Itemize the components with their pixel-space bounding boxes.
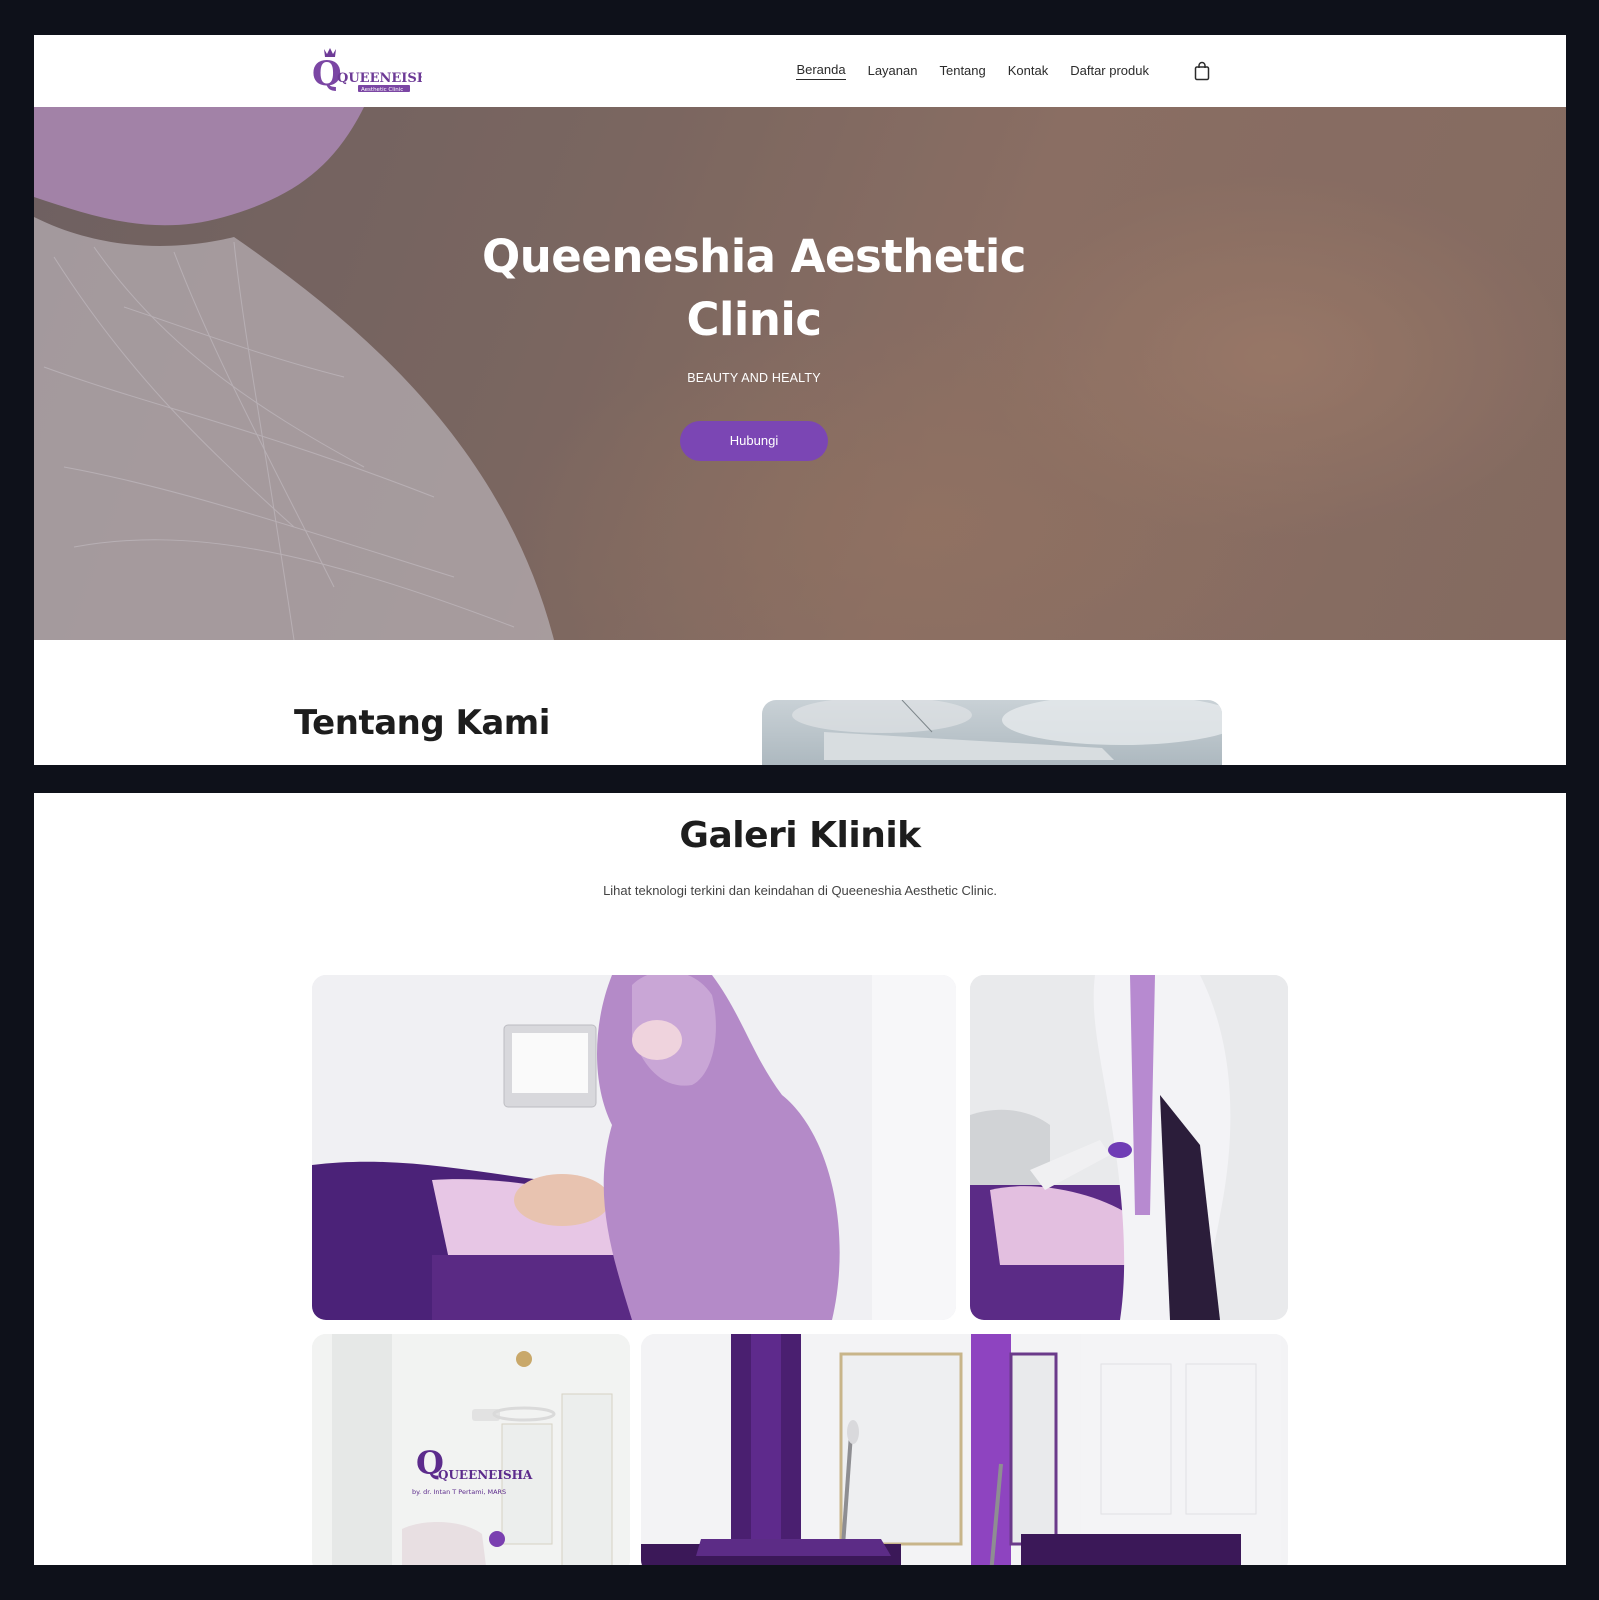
gallery-photo-facial-treatment[interactable] — [312, 975, 956, 1320]
hero-title-line-2: Clinic — [686, 293, 822, 346]
hero-title: Queeneshia Aesthetic Clinic — [464, 225, 1044, 351]
gallery-title: Galeri Klinik — [679, 815, 921, 856]
hero-section: Queeneshia Aesthetic Clinic BEAUTY AND H… — [34, 107, 1566, 640]
hero-subtitle: BEAUTY AND HEALTY — [687, 371, 821, 385]
clinic-sign-subtext: by. dr. Intan T Pertami, MARS — [412, 1488, 506, 1496]
clinic-sign-text: QUEENEISHA — [438, 1468, 533, 1482]
gallery-description: Lihat teknologi terkini dan keindahan di… — [603, 883, 997, 898]
shopping-bag-icon[interactable] — [1193, 61, 1211, 81]
nav-layanan[interactable]: Layanan — [868, 63, 918, 80]
about-building-image — [762, 700, 1222, 765]
gallery-photo-clinic-room[interactable]: Q QUEENEISHA by. dr. Intan T Pertami, MA… — [312, 1334, 630, 1565]
main-nav: Beranda Layanan Tentang Kontak Daftar pr… — [796, 35, 1211, 107]
clinic-logo[interactable]: Q QUEENEISHA Aesthetic Clinic — [310, 45, 422, 95]
nav-daftar-produk[interactable]: Daftar produk — [1070, 63, 1149, 80]
crown-q-logo-icon: Q QUEENEISHA Aesthetic Clinic — [312, 48, 422, 94]
logo-subtext: Aesthetic Clinic — [361, 87, 403, 93]
nav-tentang[interactable]: Tentang — [939, 63, 985, 80]
gallery-photo-treatment-room[interactable] — [641, 1334, 1288, 1565]
hero-title-line-1: Queeneshia Aesthetic — [482, 230, 1026, 283]
nav-beranda[interactable]: Beranda — [796, 62, 846, 80]
gallery-photo-laser-treatment[interactable] — [970, 975, 1288, 1320]
hubungi-button[interactable]: Hubungi — [680, 421, 828, 461]
about-title: Tentang Kami — [294, 703, 550, 743]
gallery-screenshot: Galeri Klinik Lihat teknologi terkini da… — [34, 793, 1566, 1565]
homepage-top-screenshot: Q QUEENEISHA Aesthetic Clinic Beranda La… — [34, 35, 1566, 765]
site-header: Q QUEENEISHA Aesthetic Clinic Beranda La… — [34, 35, 1566, 107]
hero-content: Queeneshia Aesthetic Clinic BEAUTY AND H… — [464, 225, 1044, 461]
logo-text: QUEENEISHA — [337, 71, 422, 86]
nav-kontak[interactable]: Kontak — [1008, 63, 1048, 80]
